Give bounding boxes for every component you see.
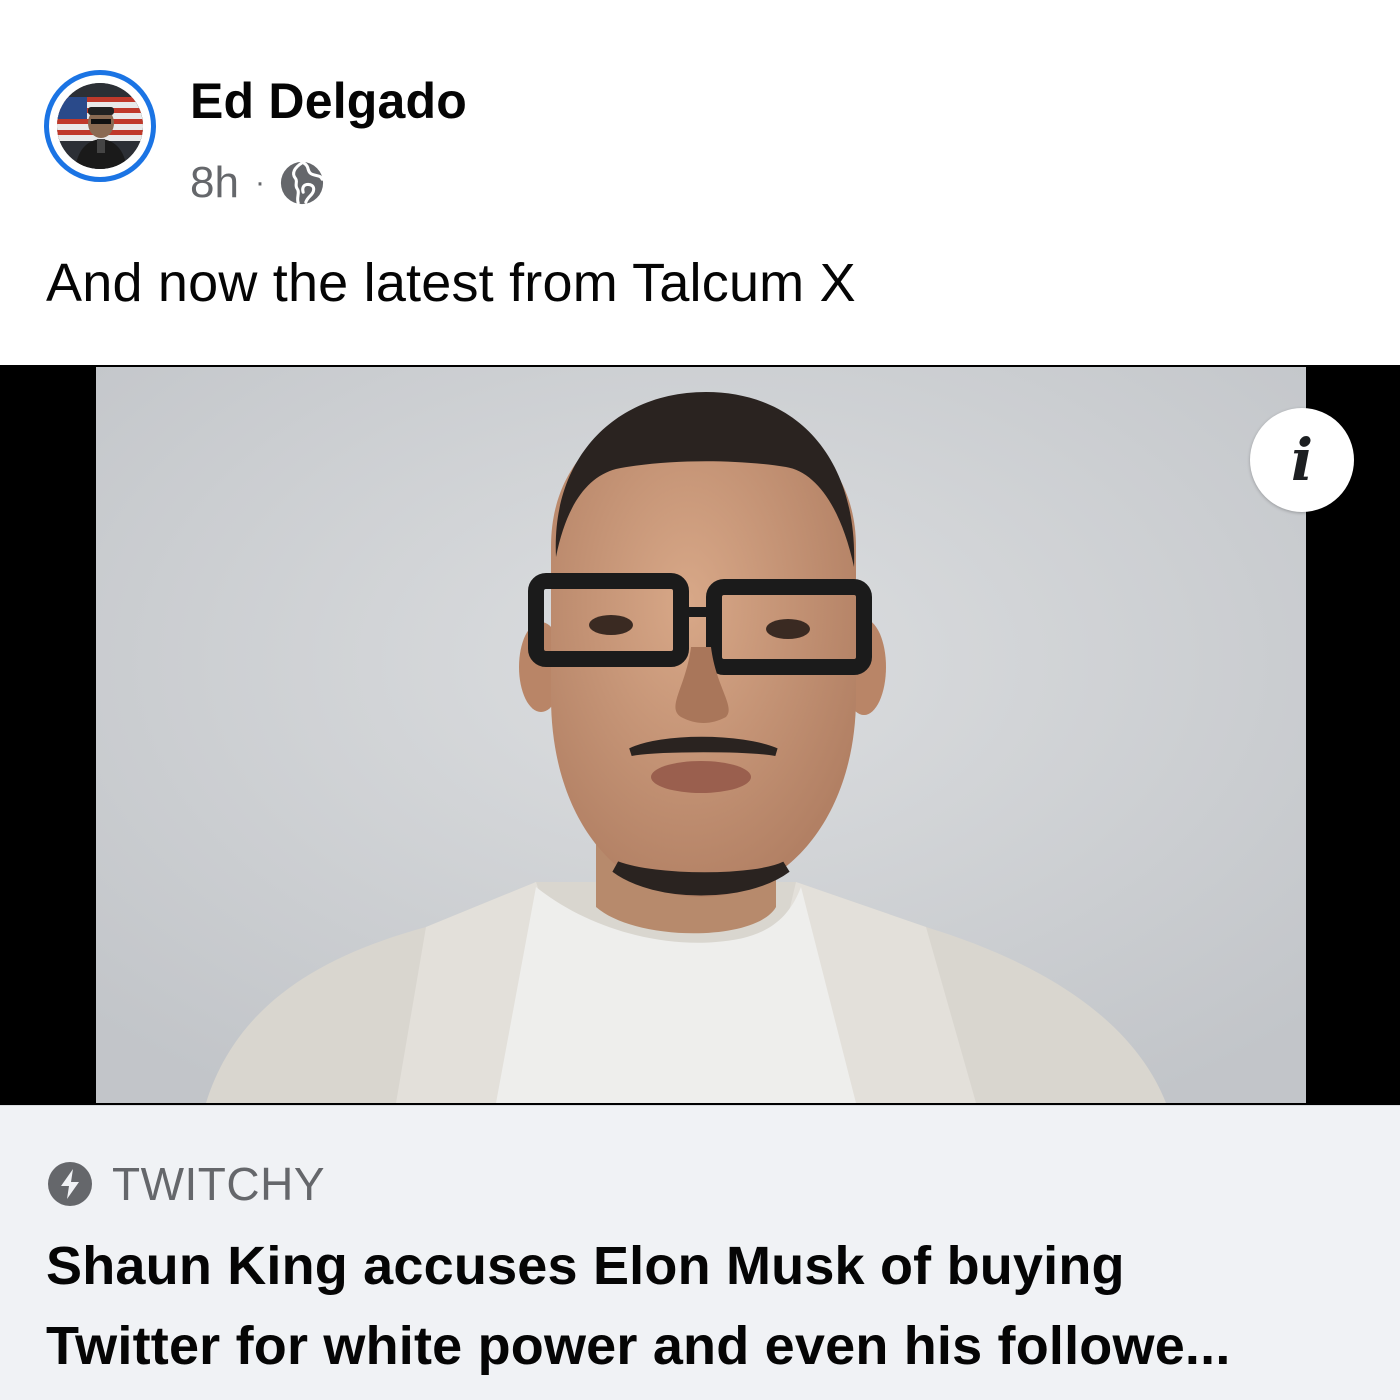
link-preview-card[interactable]: TWITCHY Shaun King accuses Elon Musk of … xyxy=(0,1105,1400,1400)
link-source-row: TWITCHY xyxy=(46,1154,325,1214)
avatar-story-ring[interactable] xyxy=(44,70,156,182)
article-photo[interactable] xyxy=(96,367,1306,1103)
headline-line-1: Shaun King accuses Elon Musk of buying xyxy=(46,1236,1125,1296)
headline-line-2: Twitter for white power and even his fol… xyxy=(46,1316,1231,1376)
link-image[interactable]: i xyxy=(0,365,1400,1105)
bolt-icon xyxy=(48,1162,92,1206)
post-meta: 8h · xyxy=(190,155,325,211)
post-text: And now the latest from Talcum X xyxy=(46,253,856,313)
post-time[interactable]: 8h xyxy=(190,158,239,208)
avatar[interactable] xyxy=(57,83,143,169)
globe-icon xyxy=(280,161,324,205)
author-name[interactable]: Ed Delgado xyxy=(190,72,467,130)
link-headline[interactable]: Shaun King accuses Elon Musk of buying T… xyxy=(46,1226,1376,1386)
info-button[interactable]: i xyxy=(1250,408,1354,512)
meta-separator: · xyxy=(254,166,265,199)
post-header: Ed Delgado 8h · xyxy=(0,0,1400,240)
link-source: TWITCHY xyxy=(112,1158,326,1210)
info-icon: i xyxy=(1290,426,1314,494)
